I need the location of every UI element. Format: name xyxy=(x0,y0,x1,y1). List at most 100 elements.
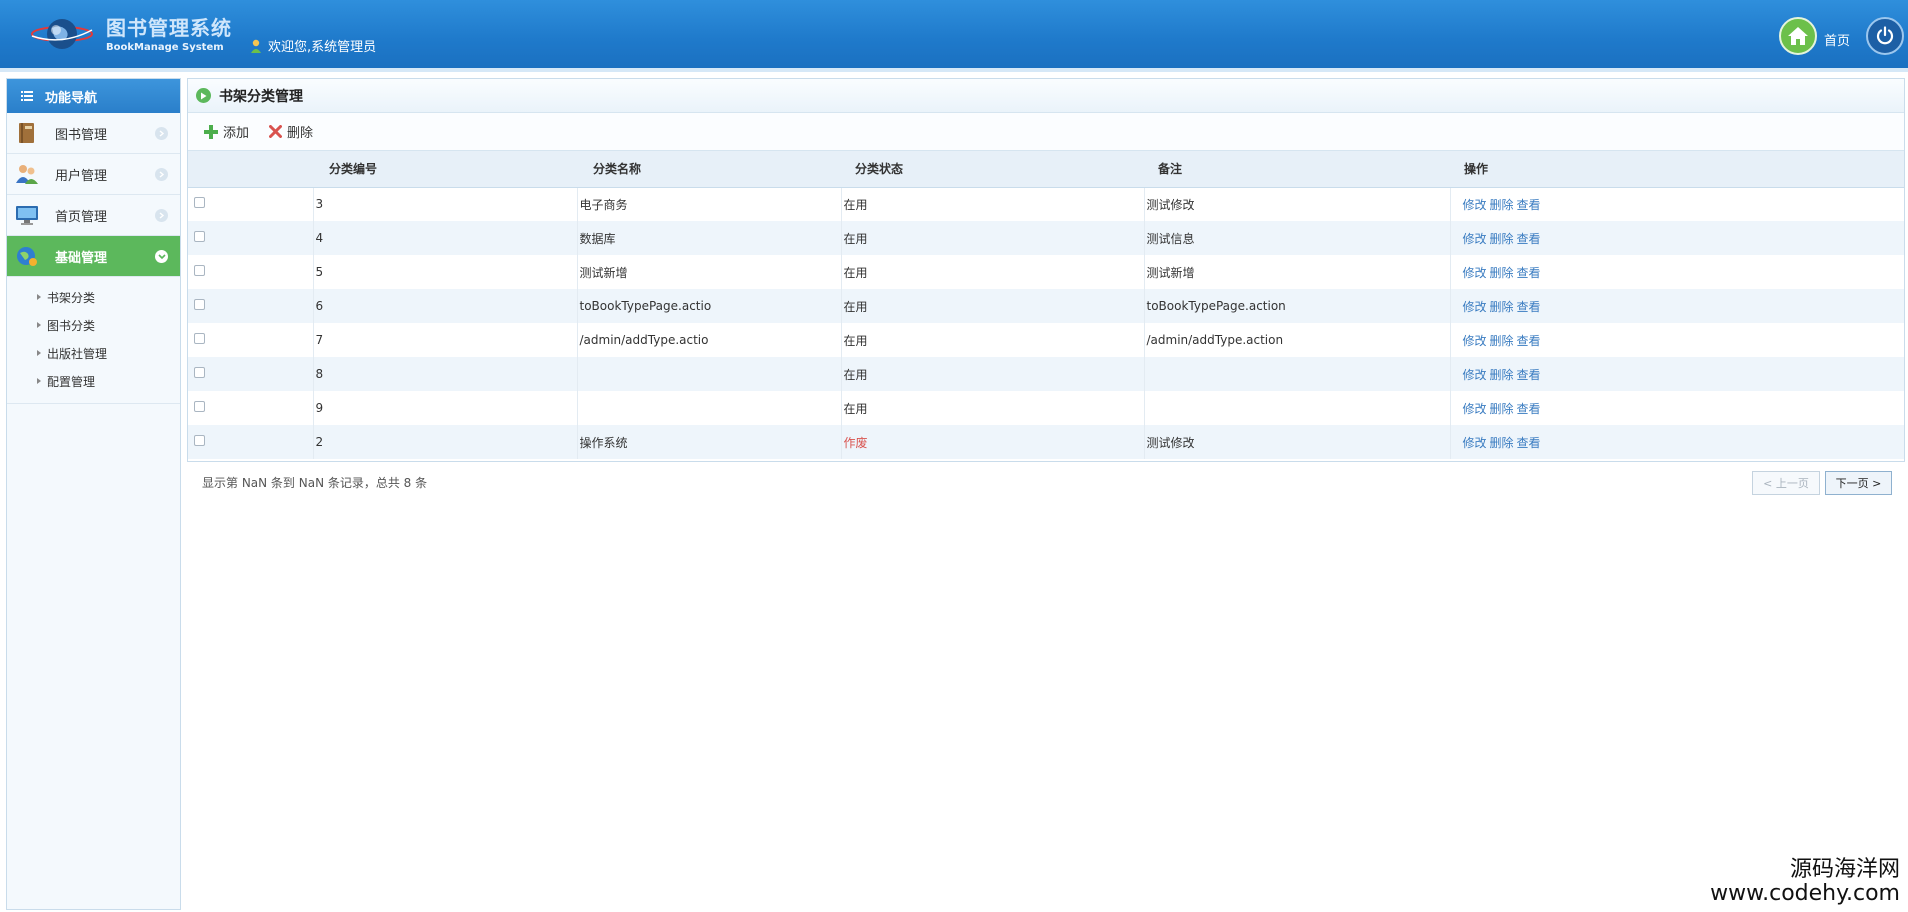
row-checkbox[interactable] xyxy=(194,299,205,310)
view-link[interactable]: 查看 xyxy=(1517,436,1541,450)
sidebar-item-basic-management[interactable]: 基础管理 xyxy=(7,236,180,277)
delete-link[interactable]: 删除 xyxy=(1490,232,1514,246)
view-link[interactable]: 查看 xyxy=(1517,334,1541,348)
submenu-item-shelf-category[interactable]: 书架分类 xyxy=(7,283,180,311)
row-checkbox-cell xyxy=(188,289,313,323)
column-header-checkbox xyxy=(188,151,313,188)
cell-remark xyxy=(1143,357,1450,391)
edit-link[interactable]: 修改 xyxy=(1463,198,1487,212)
watermark: 源码海洋网 www.codehy.com xyxy=(1700,858,1900,906)
submenu-item-publisher[interactable]: 出版社管理 xyxy=(7,339,180,367)
row-checkbox[interactable] xyxy=(194,231,205,242)
chevron-right-icon xyxy=(155,209,168,222)
view-link[interactable]: 查看 xyxy=(1517,368,1541,382)
row-checkbox-cell xyxy=(188,255,313,289)
sidebar-header: 功能导航 xyxy=(7,79,180,113)
row-checkbox-cell xyxy=(188,187,313,221)
cell-remark xyxy=(1143,391,1450,425)
view-link[interactable]: 查看 xyxy=(1517,232,1541,246)
cell-status: 在用 xyxy=(840,187,1144,221)
sidebar-item-home-management[interactable]: 首页管理 xyxy=(7,195,180,236)
cell-name: 电子商务 xyxy=(576,187,841,221)
cell-actions: 修改 删除 查看 xyxy=(1449,357,1904,391)
delete-link[interactable]: 删除 xyxy=(1490,266,1514,280)
table-row: 8 在用 修改 删除 查看 xyxy=(188,357,1904,391)
list-icon xyxy=(21,91,33,101)
submenu-item-label: 图书分类 xyxy=(47,318,96,333)
cell-remark: 测试修改 xyxy=(1143,425,1450,459)
main-panel: 书架分类管理 添加 删除 分类编号 分类名称 分类状态 备注 操作 3 电子商务在… xyxy=(187,78,1905,462)
prev-page-button[interactable]: < 上一页 xyxy=(1752,471,1820,495)
close-icon xyxy=(269,125,283,138)
sidebar-title: 功能导航 xyxy=(45,90,98,106)
power-icon xyxy=(1876,26,1894,45)
delete-link[interactable]: 删除 xyxy=(1490,334,1514,348)
plus-icon xyxy=(204,124,218,139)
user-icon xyxy=(251,39,261,53)
submenu-item-book-category[interactable]: 图书分类 xyxy=(7,311,180,339)
submenu-item-label: 配置管理 xyxy=(47,374,96,389)
row-checkbox-cell xyxy=(188,221,313,255)
cell-remark: 测试新增 xyxy=(1143,255,1450,289)
row-checkbox[interactable] xyxy=(194,197,205,209)
cell-id: 3 xyxy=(312,187,577,221)
view-link[interactable]: 查看 xyxy=(1517,198,1541,212)
cell-remark: toBookTypePage.action xyxy=(1143,289,1450,323)
cell-status: 在用 xyxy=(840,289,1144,323)
globe-logo-icon xyxy=(31,19,93,49)
sidebar-item-label: 基础管理 xyxy=(55,250,108,266)
cell-name xyxy=(576,357,841,391)
row-checkbox[interactable] xyxy=(194,401,205,412)
logout-button[interactable] xyxy=(1866,17,1904,55)
chevron-right-icon xyxy=(155,127,168,140)
column-header-remark: 备注 xyxy=(1144,151,1450,188)
top-header: 图书管理系统 BookManage System 欢迎您,系统管理员 首页 xyxy=(0,0,1908,72)
sidebar-item-label: 图书管理 xyxy=(55,127,108,143)
sidebar-item-user-management[interactable]: 用户管理 xyxy=(7,154,180,195)
cell-id: 5 xyxy=(312,255,577,289)
column-header-id: 分类编号 xyxy=(313,151,577,188)
edit-link[interactable]: 修改 xyxy=(1463,368,1487,382)
edit-link[interactable]: 修改 xyxy=(1463,402,1487,416)
cell-actions: 修改 删除 查看 xyxy=(1449,391,1904,425)
table-row: 2 操作系统 作废 测试修改 修改 删除 查看 xyxy=(188,425,1904,459)
home-icon xyxy=(1788,27,1808,45)
view-link[interactable]: 查看 xyxy=(1517,402,1541,416)
row-checkbox[interactable] xyxy=(194,435,205,446)
delete-link[interactable]: 删除 xyxy=(1490,368,1514,382)
next-page-button[interactable]: 下一页 > xyxy=(1825,471,1892,495)
cell-id: 9 xyxy=(312,391,577,425)
home-button[interactable] xyxy=(1779,17,1817,55)
row-checkbox[interactable] xyxy=(194,367,205,378)
toolbar: 添加 删除 xyxy=(188,113,1904,151)
watermark-line-2: www.codehy.com xyxy=(1710,881,1900,906)
submenu-item-config[interactable]: 配置管理 xyxy=(7,367,180,395)
row-checkbox[interactable] xyxy=(194,265,205,276)
table-header-row: 分类编号 分类名称 分类状态 备注 操作 xyxy=(188,151,1904,188)
cell-remark: /admin/addType.action xyxy=(1143,323,1450,357)
delete-link[interactable]: 删除 xyxy=(1490,300,1514,314)
row-checkbox[interactable] xyxy=(194,333,205,344)
cell-actions: 修改 删除 查看 xyxy=(1449,221,1904,255)
add-button[interactable]: 添加 xyxy=(204,122,249,141)
cell-actions: 修改 删除 查看 xyxy=(1449,323,1904,357)
cell-status: 在用 xyxy=(840,323,1144,357)
view-link[interactable]: 查看 xyxy=(1517,300,1541,314)
sidebar-item-book-management[interactable]: 图书管理 xyxy=(7,113,180,154)
home-link[interactable]: 首页 xyxy=(1824,30,1850,49)
edit-link[interactable]: 修改 xyxy=(1463,232,1487,246)
cell-actions: 修改 删除 查看 xyxy=(1449,425,1904,459)
delete-link[interactable]: 删除 xyxy=(1490,402,1514,416)
delete-button[interactable]: 删除 xyxy=(269,122,313,141)
edit-link[interactable]: 修改 xyxy=(1463,300,1487,314)
delete-link[interactable]: 删除 xyxy=(1490,436,1514,450)
edit-link[interactable]: 修改 xyxy=(1463,436,1487,450)
delete-link[interactable]: 删除 xyxy=(1490,198,1514,212)
column-header-actions: 操作 xyxy=(1450,151,1904,188)
view-link[interactable]: 查看 xyxy=(1517,266,1541,280)
edit-link[interactable]: 修改 xyxy=(1463,334,1487,348)
cell-remark: 测试信息 xyxy=(1143,221,1450,255)
cell-status: 在用 xyxy=(840,255,1144,289)
table-body: 3 电子商务 在用 测试修改 修改 删除 查看 4 数据库 在用 测试信息 修改 删除 查看 5 测试新增 在用… xyxy=(188,187,1904,459)
edit-link[interactable]: 修改 xyxy=(1463,266,1487,280)
